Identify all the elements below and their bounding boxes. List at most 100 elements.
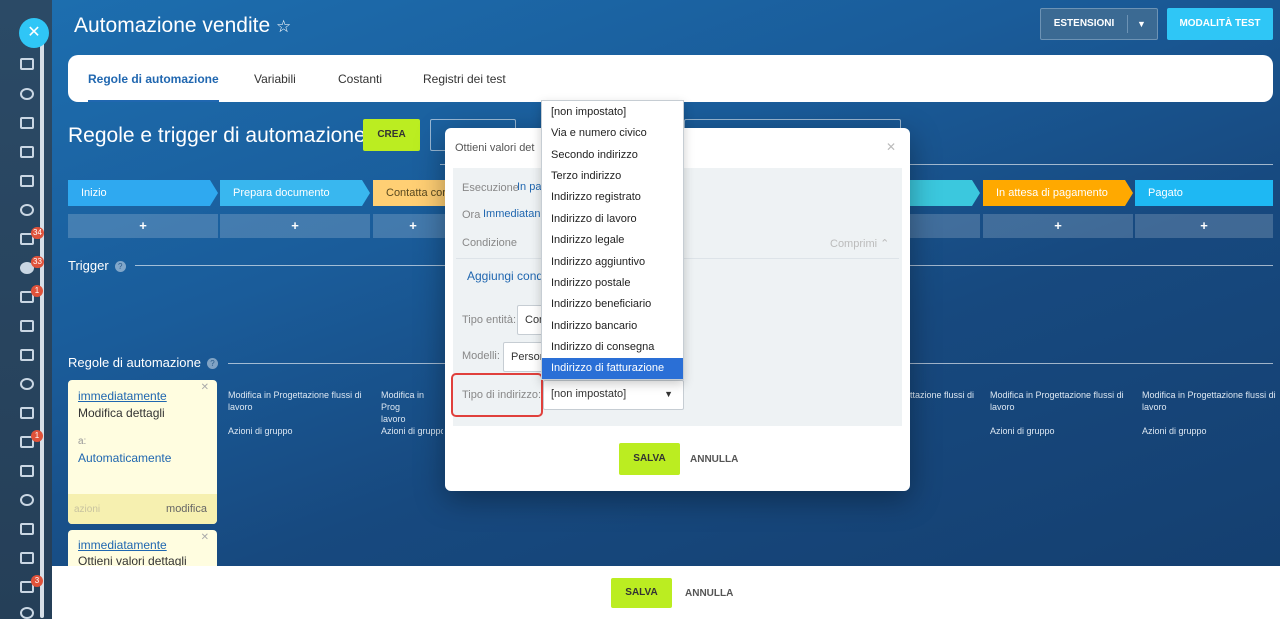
help-icon[interactable]: ? xyxy=(206,358,218,369)
stage-hidden[interactable] xyxy=(905,180,980,206)
stage-prepare-document[interactable]: Prepara documento xyxy=(220,180,370,206)
close-icon[interactable]: ✕ xyxy=(19,18,49,48)
add-trigger-button[interactable]: + xyxy=(1135,214,1273,238)
tab-variables[interactable]: Variabili xyxy=(254,72,296,86)
dropdown-option[interactable]: Indirizzo legale xyxy=(542,230,683,251)
dialog-save-button[interactable]: SALVA xyxy=(619,443,680,475)
add-trigger-button[interactable]: + xyxy=(983,214,1133,238)
sidebar-scrollbar[interactable] xyxy=(40,28,44,618)
dropdown-option[interactable]: Indirizzo di lavoro xyxy=(542,209,683,230)
tab-test-logs[interactable]: Registri dei test xyxy=(423,72,506,86)
add-trigger-button[interactable]: + xyxy=(68,214,218,238)
help-icon[interactable]: ? xyxy=(114,261,126,272)
tab-automation-rules[interactable]: Regole di automazione xyxy=(88,72,219,102)
dropdown-option[interactable]: Via e numero civico xyxy=(542,123,683,144)
column-hint[interactable]: Modifica in Progettazione flussi di lavo… xyxy=(990,389,1130,413)
column-hint[interactable]: Modifica in Progettazione flussi di lavo… xyxy=(228,389,368,413)
column-hint[interactable]: Modifica in Prog lavoro xyxy=(381,389,443,425)
dropdown-option[interactable]: Indirizzo postale xyxy=(542,273,683,294)
chart-icon[interactable] xyxy=(20,552,34,564)
divider xyxy=(910,363,1273,364)
stage-awaiting-payment[interactable]: In attesa di pagamento xyxy=(983,180,1133,206)
create-button[interactable]: CREA xyxy=(363,119,420,151)
close-icon[interactable]: ✕ xyxy=(201,532,209,543)
rule-target-link[interactable]: Automaticamente xyxy=(78,451,171,465)
group-actions-link[interactable]: Azioni di gruppo xyxy=(1142,425,1207,437)
bank-icon[interactable] xyxy=(20,465,34,477)
rule-card[interactable]: ✕ immediatamente Ottieni valori dettagli xyxy=(68,530,217,568)
chevron-down-icon[interactable]: ▼ xyxy=(1137,9,1146,39)
add-trigger-button[interactable] xyxy=(905,214,980,238)
collapse-link[interactable]: Comprimi ⌃ xyxy=(830,237,889,250)
execution-value[interactable]: In pa xyxy=(517,181,541,193)
star-outline-icon[interactable]: ☆ xyxy=(276,17,291,36)
team-icon[interactable] xyxy=(20,378,34,390)
rule-edit-link[interactable]: modifica xyxy=(166,503,207,515)
add-trigger-button[interactable]: + xyxy=(220,214,370,238)
close-icon[interactable]: ✕ xyxy=(201,382,209,393)
column-hint[interactable]: Modifica in Progettazione flussi di lavo… xyxy=(1142,389,1276,413)
dialog-cancel-button[interactable]: ANNULLA xyxy=(690,454,738,465)
trigger-label: Trigger xyxy=(68,258,109,273)
chevron-down-icon: ▼ xyxy=(664,389,673,399)
dropdown-option[interactable]: Indirizzo di consegna xyxy=(542,337,683,358)
inbox-badge: 3 xyxy=(31,575,43,587)
tasks-badge: 34 xyxy=(31,227,44,239)
chat-icon[interactable] xyxy=(20,146,34,158)
dialog-title: Ottieni valori det xyxy=(455,142,535,154)
home-icon[interactable] xyxy=(20,58,34,70)
stage-paid[interactable]: Pagato xyxy=(1135,180,1273,206)
left-sidebar: ✕ 34 33 1 1 3 xyxy=(0,0,52,619)
group-actions-link[interactable]: Azioni di gruppo xyxy=(990,425,1055,437)
dropdown-option[interactable]: Indirizzo beneficiario xyxy=(542,294,683,315)
dropdown-option[interactable]: Secondo indirizzo xyxy=(542,145,683,166)
group-actions-link[interactable]: Azioni di gruppo xyxy=(381,425,443,437)
tab-bar: Regole di automazione Variabili Costanti… xyxy=(68,55,1273,102)
pipeline-icon[interactable] xyxy=(20,88,34,100)
column-hint[interactable]: ttazione flussi di xyxy=(910,389,974,401)
add-trigger-button[interactable]: + xyxy=(373,214,453,238)
group-actions-link[interactable]: Azioni di gruppo xyxy=(228,425,293,437)
calendar-icon[interactable] xyxy=(20,175,34,187)
column-hint-text: Modifica in Prog xyxy=(381,390,425,412)
goal-icon[interactable] xyxy=(20,494,34,506)
feed-icon[interactable] xyxy=(20,117,34,129)
stage-contact[interactable]: Contatta cor xyxy=(373,180,453,206)
dropdown-option[interactable]: Indirizzo aggiuntivo xyxy=(542,252,683,273)
time-value[interactable]: Immediatan xyxy=(483,208,540,220)
document-icon[interactable] xyxy=(20,407,34,419)
close-icon[interactable]: ✕ xyxy=(886,140,896,154)
footer-save-button[interactable]: SALVA xyxy=(611,578,672,608)
database-icon[interactable] xyxy=(20,607,34,619)
stage-start[interactable]: Inizio xyxy=(68,180,218,206)
add-condition-link[interactable]: Aggiungi condi xyxy=(467,269,546,283)
store-icon[interactable] xyxy=(20,320,34,332)
dropdown-option[interactable]: [non impostato] xyxy=(542,102,683,123)
rule-to-label: a: xyxy=(78,436,87,447)
condition-label: Condizione xyxy=(462,237,518,249)
dropdown-option-selected[interactable]: Indirizzo di fatturazione xyxy=(542,358,683,379)
dropdown-option[interactable]: Terzo indirizzo xyxy=(542,166,683,187)
extensions-label: ESTENSIONI xyxy=(1053,18,1115,29)
trigger-heading: Trigger? xyxy=(68,258,126,273)
page-title: Automazione vendite ☆ xyxy=(74,14,291,38)
drive-icon[interactable] xyxy=(20,349,34,361)
rules-label: Regole di automazione xyxy=(68,355,201,370)
tab-constants[interactable]: Costanti xyxy=(338,72,382,86)
target-icon[interactable] xyxy=(20,204,34,216)
chevron-up-icon: ⌃ xyxy=(880,238,890,250)
dropdown-option[interactable]: Indirizzo registrato xyxy=(542,187,683,208)
dropdown-option[interactable]: Indirizzo bancario xyxy=(542,316,683,337)
rule-timing-link[interactable]: immediatamente xyxy=(78,538,167,552)
footer-bar: SALVA ANNULLA xyxy=(52,566,1280,619)
extensions-button[interactable]: ESTENSIONI ▼ xyxy=(1040,8,1158,40)
divider xyxy=(135,265,445,266)
test-mode-button[interactable]: MODALITÀ TEST xyxy=(1167,8,1273,40)
address-type-value: [non impostato] xyxy=(551,388,627,400)
footer-cancel-button[interactable]: ANNULLA xyxy=(685,588,733,599)
rule-timing-link[interactable]: immediatamente xyxy=(78,389,167,403)
cart-icon[interactable] xyxy=(20,523,34,535)
address-type-select[interactable]: [non impostato] ▼ xyxy=(543,380,684,410)
page-title-text: Automazione vendite xyxy=(74,14,271,37)
rule-card[interactable]: ✕ immediatamente Modifica dettagli a: Au… xyxy=(68,380,217,524)
